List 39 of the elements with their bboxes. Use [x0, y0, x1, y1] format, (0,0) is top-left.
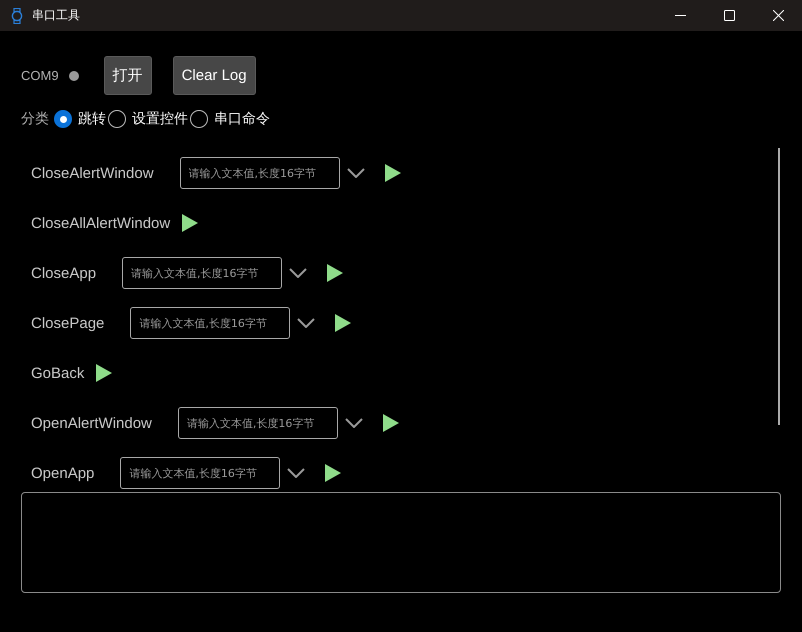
radio-button[interactable]	[190, 110, 208, 128]
input-field[interactable]: 请输入文本值,长度16字节	[130, 307, 290, 339]
command-name: OpenApp	[31, 464, 94, 482]
play-icon[interactable]	[382, 414, 399, 432]
radio-label[interactable]: 设置控件	[132, 110, 188, 128]
input-field[interactable]: 请输入文本值,长度16字节	[122, 257, 282, 289]
chevron-down-icon[interactable]	[297, 318, 316, 328]
watch-icon	[11, 8, 23, 24]
input-field[interactable]: 请输入文本值,长度16字节	[120, 457, 280, 489]
category-label: 分类	[21, 110, 49, 128]
radio-label[interactable]: 串口命令	[214, 110, 270, 128]
port-label: COM9	[21, 68, 59, 83]
radio-button[interactable]	[108, 110, 126, 128]
play-icon[interactable]	[327, 264, 344, 282]
clear-log-button[interactable]: Clear Log	[172, 56, 256, 95]
command-name: CloseAllAlertWindow	[31, 214, 170, 232]
input-field[interactable]: 请输入文本值,长度16字节	[178, 407, 338, 439]
radio-button[interactable]	[54, 110, 72, 128]
radio-label[interactable]: 跳转	[78, 110, 106, 128]
window-title: 串口工具	[32, 7, 80, 24]
command-name: CloseAlertWindow	[31, 164, 154, 182]
open-button[interactable]: 打开	[104, 56, 152, 95]
play-icon[interactable]	[335, 314, 352, 332]
chevron-down-icon[interactable]	[289, 268, 308, 278]
command-name: GoBack	[31, 364, 84, 382]
scrollbar[interactable]	[778, 148, 780, 425]
command-name: ClosePage	[31, 314, 104, 332]
play-icon[interactable]	[384, 164, 401, 182]
chevron-down-icon[interactable]	[344, 418, 363, 428]
close-icon[interactable]	[773, 10, 784, 21]
command-name: CloseApp	[31, 264, 96, 282]
input-field[interactable]: 请输入文本值,长度16字节	[180, 157, 340, 189]
play-icon[interactable]	[182, 214, 198, 232]
command-name: OpenAlertWindow	[31, 414, 152, 432]
chevron-down-icon[interactable]	[287, 468, 306, 478]
maximize-icon[interactable]	[724, 10, 735, 21]
play-icon[interactable]	[325, 464, 342, 482]
play-icon[interactable]	[96, 364, 112, 382]
chevron-down-icon[interactable]	[346, 168, 365, 178]
